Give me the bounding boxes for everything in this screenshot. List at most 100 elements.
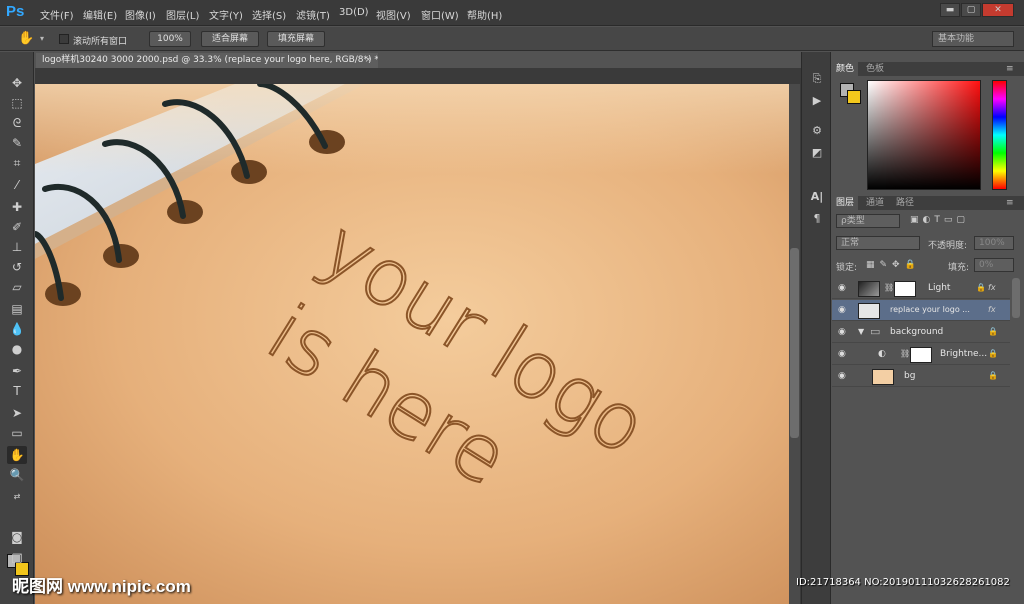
screen-mode-icon[interactable]: ❐ bbox=[7, 550, 27, 568]
layer-filter-select[interactable]: ρ类型 bbox=[836, 214, 900, 228]
healing-brush-tool-icon[interactable]: ✚ bbox=[7, 198, 27, 216]
layer-thumbnail bbox=[872, 369, 894, 385]
menu-file[interactable]: 文件(F) bbox=[40, 7, 74, 22]
visibility-eye-icon[interactable]: ◉ bbox=[838, 327, 846, 337]
menu-help[interactable]: 帮助(H) bbox=[467, 7, 502, 22]
tab-layers[interactable]: 图层 bbox=[832, 196, 859, 210]
visibility-eye-icon[interactable]: ◉ bbox=[838, 305, 846, 315]
adjustment-layer-icon: ◐ bbox=[878, 349, 886, 359]
brush-tool-icon[interactable]: ✐ bbox=[7, 218, 27, 236]
scroll-all-checkbox[interactable] bbox=[59, 34, 69, 44]
scroll-all-label: 滚动所有窗口 bbox=[73, 37, 128, 47]
color-picker-field[interactable] bbox=[867, 80, 981, 190]
menu-layer[interactable]: 图层(L) bbox=[166, 7, 199, 22]
color-panel-tabs: 颜色 色板 ≡ bbox=[832, 62, 1024, 76]
blend-mode-select[interactable]: 正常 bbox=[836, 236, 920, 250]
group-expand-icon[interactable]: ▼ bbox=[858, 327, 864, 336]
tab-paths[interactable]: 路径 bbox=[892, 196, 918, 210]
properties-icon[interactable]: ⚙ bbox=[808, 122, 826, 140]
opacity-input[interactable]: 100% bbox=[974, 236, 1014, 250]
zoom-100-button[interactable]: 100% bbox=[149, 31, 191, 47]
layer-row-replace-logo[interactable]: ◉ replace your logo ... fx bbox=[832, 300, 1010, 321]
workspace-select[interactable]: 基本功能 bbox=[932, 31, 1014, 47]
layer-row-brightness[interactable]: ◉ ◐ ⛓ Brightne... 🔒 bbox=[832, 344, 1010, 365]
close-icon[interactable]: × bbox=[364, 53, 372, 68]
fill-screen-button[interactable]: 填充屏幕 bbox=[267, 31, 325, 47]
move-tool-icon[interactable]: ✥ bbox=[7, 74, 27, 92]
menu-3d[interactable]: 3D(D) bbox=[339, 7, 369, 18]
eraser-tool-icon[interactable]: ▱ bbox=[7, 278, 27, 296]
visibility-eye-icon[interactable]: ◉ bbox=[838, 283, 846, 293]
fx-icon[interactable]: fx bbox=[988, 305, 996, 314]
chevron-down-icon[interactable]: ▾ bbox=[40, 34, 44, 43]
zoom-tool-icon[interactable]: 🔍 bbox=[7, 466, 27, 484]
history-brush-tool-icon[interactable]: ↺ bbox=[7, 258, 27, 276]
quick-mask-icon[interactable]: ◙ bbox=[7, 528, 27, 546]
clone-stamp-tool-icon[interactable]: ⊥ bbox=[7, 238, 27, 256]
menu-edit[interactable]: 编辑(E) bbox=[83, 7, 117, 22]
hand-tool-icon[interactable]: ✋ bbox=[7, 446, 27, 464]
document-canvas[interactable]: your logo is here bbox=[35, 84, 789, 604]
visibility-eye-icon[interactable]: ◉ bbox=[838, 349, 846, 359]
layer-thumbnail bbox=[858, 281, 880, 297]
swap-colors-icon[interactable]: ⇄ bbox=[7, 488, 27, 506]
color-panel-background[interactable] bbox=[847, 90, 861, 104]
history-icon[interactable]: ⎘ bbox=[808, 70, 826, 88]
type-tool-icon[interactable]: T bbox=[7, 382, 27, 400]
scrollbar-thumb[interactable] bbox=[790, 248, 799, 438]
panel-menu-icon[interactable]: ≡ bbox=[1002, 196, 1018, 210]
layer-row-light[interactable]: ◉ ⛓ Light 🔒 fx bbox=[832, 278, 1010, 299]
tab-swatches[interactable]: 色板 bbox=[862, 62, 888, 76]
hue-slider[interactable] bbox=[992, 80, 1007, 190]
filter-icons[interactable]: ▣◐T▭▢ bbox=[910, 215, 969, 225]
menu-image[interactable]: 图像(I) bbox=[125, 7, 156, 22]
right-panels: 颜色 色板 ≡ 图层 通道 路径 ≡ ρ类型 ▣◐T▭▢ 正常 不透明度: 10… bbox=[832, 52, 1024, 604]
path-select-tool-icon[interactable]: ➤ bbox=[7, 404, 27, 422]
options-bar: ✋ ▾ 滚动所有窗口 100% 适合屏幕 填充屏幕 基本功能 bbox=[0, 27, 1024, 51]
quick-select-tool-icon[interactable]: ✎ bbox=[7, 134, 27, 152]
lock-icons[interactable]: ▦✎✥🔒 bbox=[866, 260, 921, 270]
paragraph-icon[interactable]: ¶ bbox=[808, 210, 826, 228]
blur-tool-icon[interactable]: 💧 bbox=[7, 320, 27, 338]
menu-view[interactable]: 视图(V) bbox=[376, 7, 411, 22]
layer-row-background-group[interactable]: ◉ ▼ ▭ background 🔒 bbox=[832, 322, 1010, 343]
character-icon[interactable]: A| bbox=[808, 188, 826, 206]
link-icon: ⛓ bbox=[900, 349, 911, 358]
pen-tool-icon[interactable]: ✒ bbox=[7, 362, 27, 380]
minimize-button[interactable]: ▬ bbox=[940, 3, 960, 17]
shape-tool-icon[interactable]: ▭ bbox=[7, 424, 27, 442]
notebook-mockup-image: your logo is here bbox=[35, 84, 789, 604]
document-tab[interactable]: logo样机30240 3000 2000.psd @ 33.3% (repla… bbox=[36, 53, 378, 68]
panel-menu-icon[interactable]: ≡ bbox=[1002, 62, 1018, 76]
layers-scrollbar[interactable] bbox=[1012, 278, 1020, 318]
close-button[interactable]: ✕ bbox=[982, 3, 1014, 17]
menu-filter[interactable]: 滤镜(T) bbox=[296, 7, 330, 22]
eyedropper-tool-icon[interactable]: ⁄ bbox=[7, 176, 27, 194]
crop-tool-icon[interactable]: ⌗ bbox=[7, 154, 27, 172]
gradient-tool-icon[interactable]: ▤ bbox=[7, 300, 27, 318]
menu-type[interactable]: 文字(Y) bbox=[209, 7, 243, 22]
tab-channels[interactable]: 通道 bbox=[862, 196, 888, 210]
lasso-tool-icon[interactable]: ᘓ bbox=[7, 114, 27, 132]
document-tab-title: logo样机30240 3000 2000.psd @ 33.3% (repla… bbox=[42, 55, 378, 65]
menu-window[interactable]: 窗口(W) bbox=[421, 7, 459, 22]
link-icon: ⛓ bbox=[884, 283, 895, 292]
image-id-label: ID:21718364 NO:20190111032628261082 bbox=[796, 577, 1010, 588]
layer-row-bg[interactable]: ◉ bg 🔒 bbox=[832, 366, 1010, 387]
hand-tool-icon[interactable]: ✋ bbox=[18, 31, 34, 46]
dodge-tool-icon[interactable]: ● bbox=[7, 340, 27, 358]
visibility-eye-icon[interactable]: ◉ bbox=[838, 371, 846, 381]
lock-icon: 🔒 bbox=[976, 283, 986, 292]
tools-panel: ✥ ⬚ ᘓ ✎ ⌗ ⁄ ✚ ✐ ⊥ ↺ ▱ ▤ 💧 ● ✒ T ➤ ▭ ✋ 🔍 … bbox=[0, 52, 34, 604]
tab-color[interactable]: 颜色 bbox=[832, 62, 859, 76]
fx-icon[interactable]: fx bbox=[988, 283, 996, 292]
smart-object-thumbnail bbox=[858, 303, 880, 319]
fill-input[interactable]: 0% bbox=[974, 258, 1014, 272]
lock-label: 锁定: bbox=[836, 263, 858, 273]
marquee-tool-icon[interactable]: ⬚ bbox=[7, 94, 27, 112]
fit-screen-button[interactable]: 适合屏幕 bbox=[201, 31, 259, 47]
adjustments-icon[interactable]: ◩ bbox=[808, 144, 826, 162]
actions-play-icon[interactable]: ▶ bbox=[808, 92, 826, 110]
menu-select[interactable]: 选择(S) bbox=[252, 7, 286, 22]
restore-button[interactable]: ▢ bbox=[961, 3, 981, 17]
